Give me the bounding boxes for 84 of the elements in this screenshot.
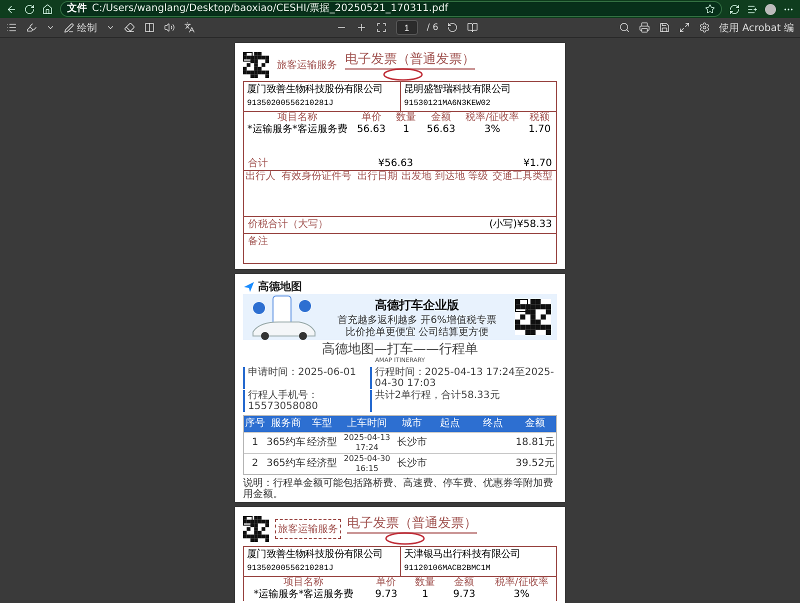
table-cell: 长沙市 bbox=[396, 432, 428, 453]
table-cell-text: 56.63 bbox=[356, 124, 387, 136]
column-header: 金额 bbox=[514, 416, 556, 432]
table-cell-text: 9.73 bbox=[452, 589, 476, 601]
buyer-tax-id: 91350200556210281J bbox=[247, 99, 334, 110]
table-cell: 2025-04-30 16:15 bbox=[338, 453, 396, 474]
column-header: 服务商 bbox=[266, 416, 306, 432]
column-header: 等级 bbox=[466, 170, 489, 183]
invoice-title: 电子发票（普通发票） bbox=[347, 514, 477, 534]
table-cell-text: 3% bbox=[512, 589, 531, 601]
column-header: 数量 bbox=[395, 112, 418, 124]
remarks-label: 备注 bbox=[248, 236, 268, 249]
address-bar[interactable]: 文件 C:/Users/wanglang/Desktop/baoxiao/CESHI/票据_20250521_170311.pdf bbox=[60, 1, 722, 17]
draw-button[interactable]: 绘制 bbox=[64, 20, 97, 34]
table-cell: 2 bbox=[244, 453, 266, 474]
page-number-field[interactable]: 1 bbox=[396, 20, 418, 35]
column-header: 出行人 bbox=[244, 170, 277, 183]
buyer-name: 厦门致善生物科技股份有限公司 bbox=[247, 84, 384, 96]
grand-total-label: 价税合计（大写） bbox=[248, 218, 328, 231]
file-label: 文件 bbox=[67, 3, 87, 15]
table-cell-text: 9.73 bbox=[374, 589, 398, 601]
acrobat-button[interactable]: 使用 Acrobat 编 bbox=[719, 20, 794, 34]
banner-text: 首充越多返利越多 开6%增值税专票 bbox=[337, 314, 497, 326]
trip-info: 行程人手机号：15573058080 bbox=[243, 390, 364, 412]
column-header: 到达地 bbox=[434, 170, 466, 183]
column-header: 终点 bbox=[472, 416, 514, 432]
column-header: 交通工具类型 bbox=[492, 170, 554, 183]
grand-total: (小写)¥58.33 bbox=[489, 218, 552, 231]
total-label: 合计 bbox=[248, 158, 268, 170]
table-cell: 365约车 bbox=[266, 453, 306, 474]
column-header: 有效身份证件号 bbox=[280, 170, 352, 183]
column-header: 数量 bbox=[414, 577, 436, 589]
table-cell-text: 1 bbox=[421, 589, 430, 601]
column-header: 城市 bbox=[396, 416, 428, 432]
table-cell: 长沙市 bbox=[396, 453, 428, 474]
table-cell-text: 1.70 bbox=[527, 124, 552, 136]
column-header: 税额 bbox=[528, 112, 551, 124]
column-header: 项目名称 bbox=[282, 577, 325, 588]
column-header: 序号 bbox=[244, 416, 266, 432]
column-header: 金额 bbox=[430, 112, 452, 124]
table-cell: 经济型 bbox=[306, 432, 338, 453]
column-header: 起点 bbox=[428, 416, 472, 432]
table-cell: 1 bbox=[244, 432, 266, 453]
column-header: 上车时间 bbox=[338, 416, 396, 432]
itinerary-title: 高德地图—打车——行程单 bbox=[321, 342, 479, 357]
trip-info: 行程时间：2025-04-13 17:24至2025-04-30 17:03 bbox=[370, 367, 557, 389]
note-text: 说明：行程单金额可能包括路桥费、高速费、停车费、优惠券等附加费用金额。 bbox=[243, 478, 554, 500]
table-cell-text: *运输服务*客运服务费 bbox=[252, 589, 355, 601]
invoice-title: 电子发票（普通发票） bbox=[345, 50, 475, 70]
column-header: 车型 bbox=[306, 416, 338, 432]
banner-title: 高德打车企业版 bbox=[375, 296, 459, 314]
buyer-name: 厦门致善生物科技股份有限公司 bbox=[247, 549, 384, 561]
total-amount: ¥56.63 bbox=[378, 158, 414, 170]
page-total: / 6 bbox=[426, 22, 438, 32]
table-cell: 2025-04-13 17:24 bbox=[338, 432, 396, 453]
service-label: 旅客运输服务 bbox=[275, 519, 341, 539]
table-cell-text: *运输服务*客运服务费 bbox=[246, 124, 348, 136]
seller-tax-id: 91530121MA6N3KEW02 bbox=[404, 99, 492, 110]
total-tax: ¥1.70 bbox=[523, 158, 552, 170]
column-header: 单价 bbox=[375, 577, 398, 589]
table-cell-text: 56.63 bbox=[426, 124, 456, 136]
table-cell: 经济型 bbox=[306, 453, 338, 474]
table-cell: 18.81元 bbox=[514, 432, 556, 453]
seller-tax-id: 91120106MACB2BMC1M bbox=[404, 564, 492, 574]
logo-text: 高德地图 bbox=[258, 279, 302, 294]
column-header: 税率/征收率 bbox=[464, 112, 520, 124]
table-cell-text: 3% bbox=[483, 124, 502, 136]
seller-name: 昆明盛智瑞科技有限公司 bbox=[404, 84, 512, 96]
service-label: 旅客运输服务 bbox=[276, 58, 338, 73]
table-cell-text: 1 bbox=[402, 124, 410, 136]
address-text: C:/Users/wanglang/Desktop/baoxiao/CESHI/票据_20250521_170311.pdf bbox=[92, 3, 450, 15]
column-header: 出行日期 bbox=[356, 170, 399, 183]
column-header: 项目名称 bbox=[276, 112, 318, 124]
column-header: 出发地 bbox=[400, 170, 433, 183]
column-header: 单价 bbox=[360, 112, 382, 124]
banner-text: 比价抢单更便宜 公司结算更方便 bbox=[345, 326, 489, 338]
table-cell: 39.52元 bbox=[514, 453, 556, 474]
trip-info: 申请时间：2025-06-01 bbox=[243, 367, 364, 389]
table-cell: 365约车 bbox=[266, 432, 306, 453]
trip-info: 共计2单行程，合计58.33元 bbox=[370, 390, 557, 412]
column-header: 税率/征收率 bbox=[494, 577, 550, 589]
seller-name: 天津银马出行科技有限公司 bbox=[404, 549, 522, 561]
column-header: 金额 bbox=[453, 577, 476, 589]
buyer-tax-id: 91350200556210281J bbox=[247, 564, 334, 574]
